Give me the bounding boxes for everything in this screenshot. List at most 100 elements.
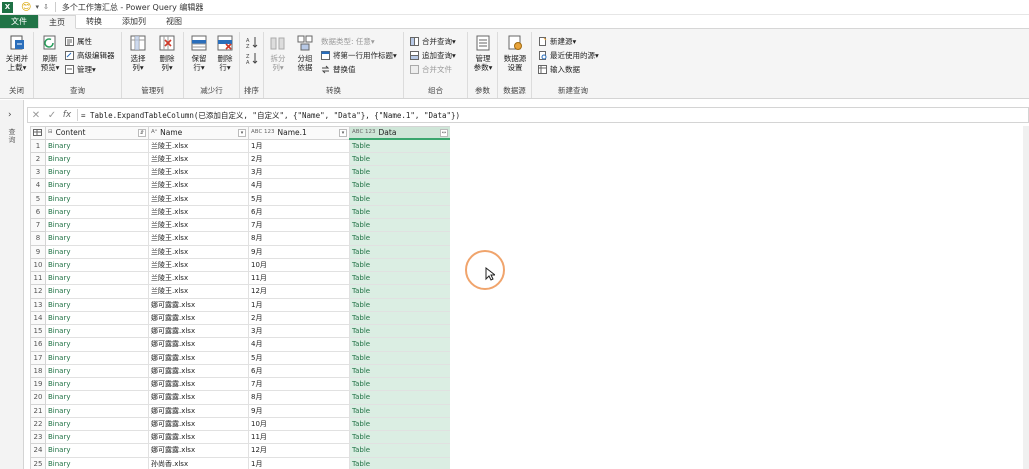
cell-data[interactable]: Table xyxy=(349,178,450,193)
quick-access-more-icon[interactable]: ⇩ xyxy=(43,3,49,11)
cell-data[interactable]: Table xyxy=(349,337,450,352)
use-first-row-headers-button[interactable]: 将第一行用作标题▾ xyxy=(321,50,397,61)
cell-content[interactable]: Binary xyxy=(45,390,149,405)
column-header-content[interactable]: ⊟ Content ⇵ xyxy=(45,126,149,140)
cell-content[interactable]: Binary xyxy=(45,151,149,167)
tab-add-column[interactable]: 添加列 xyxy=(112,15,156,28)
row-number[interactable]: 14 xyxy=(30,310,46,326)
cell-data[interactable]: Table xyxy=(349,376,450,392)
cell-name1[interactable]: 9月 xyxy=(248,244,350,259)
quick-access-dropdown-icon[interactable]: ▾ xyxy=(35,3,39,11)
cell-name[interactable]: 娜可露露.xlsx xyxy=(148,350,249,365)
row-number[interactable]: 1 xyxy=(30,138,46,153)
cell-content[interactable]: Binary xyxy=(45,244,149,259)
cell-data[interactable]: Table xyxy=(349,138,450,153)
cell-name1[interactable]: 2月 xyxy=(248,151,350,167)
cell-name[interactable]: 娜可露露.xlsx xyxy=(148,297,249,312)
select-all-corner[interactable] xyxy=(30,126,46,140)
cell-content[interactable]: Binary xyxy=(45,310,149,326)
cell-data[interactable]: Table xyxy=(349,443,450,458)
cell-name[interactable]: 兰陵王.xlsx xyxy=(148,217,249,233)
cell-name1[interactable]: 7月 xyxy=(248,376,350,392)
cell-data[interactable]: Table xyxy=(349,284,450,299)
cell-name[interactable]: 兰陵王.xlsx xyxy=(148,178,249,193)
cell-content[interactable]: Binary xyxy=(45,456,149,469)
row-number[interactable]: 20 xyxy=(30,390,46,405)
row-number[interactable]: 25 xyxy=(30,456,46,469)
cell-content[interactable]: Binary xyxy=(45,323,149,339)
cell-name1[interactable]: 6月 xyxy=(248,204,350,220)
row-number[interactable]: 15 xyxy=(30,323,46,339)
filter-dropdown-icon[interactable]: ▾ xyxy=(339,128,347,137)
row-number[interactable]: 2 xyxy=(30,151,46,167)
cell-name[interactable]: 兰陵王.xlsx xyxy=(148,257,249,273)
cell-data[interactable]: Table xyxy=(349,164,450,180)
cell-name1[interactable]: 12月 xyxy=(248,284,350,299)
cell-data[interactable]: Table xyxy=(349,363,450,379)
cell-name1[interactable]: 10月 xyxy=(248,257,350,273)
cell-data[interactable]: Table xyxy=(349,403,450,418)
cell-name[interactable]: 兰陵王.xlsx xyxy=(148,270,249,286)
row-number[interactable]: 18 xyxy=(30,363,46,379)
row-number[interactable]: 9 xyxy=(30,244,46,259)
cell-data[interactable]: Table xyxy=(349,231,450,246)
cell-name1[interactable]: 5月 xyxy=(248,191,350,206)
enter-data-button[interactable]: 输入数据 xyxy=(538,64,580,75)
cell-data[interactable]: Table xyxy=(349,456,450,469)
cancel-formula-icon[interactable]: ✕ xyxy=(28,110,44,121)
cell-name[interactable]: 娜可露露.xlsx xyxy=(148,323,249,339)
combine-files-button[interactable]: 合并文件 xyxy=(410,64,452,75)
cell-data[interactable]: Table xyxy=(349,257,450,273)
row-number[interactable]: 23 xyxy=(30,429,46,445)
cell-name1[interactable]: 11月 xyxy=(248,429,350,445)
cell-content[interactable]: Binary xyxy=(45,350,149,365)
cell-name1[interactable]: 1月 xyxy=(248,138,350,153)
cell-name1[interactable]: 1月 xyxy=(248,297,350,312)
tab-view[interactable]: 视图 xyxy=(156,15,192,28)
replace-values-button[interactable]: 替换值 xyxy=(321,64,356,75)
row-number[interactable]: 17 xyxy=(30,350,46,365)
binary-type-icon[interactable]: ⊟ xyxy=(48,130,53,136)
split-column-button[interactable]: 拆分 列▾ xyxy=(266,34,290,72)
row-number[interactable]: 5 xyxy=(30,191,46,206)
cell-name[interactable]: 娜可露露.xlsx xyxy=(148,390,249,405)
smiley-feedback-icon[interactable]: 😊 xyxy=(21,2,31,13)
fx-icon[interactable]: fx xyxy=(60,110,74,120)
sort-descending-icon[interactable]: ZA xyxy=(246,52,258,64)
cell-content[interactable]: Binary xyxy=(45,204,149,220)
tab-home[interactable]: 主页 xyxy=(38,15,76,29)
cell-name1[interactable]: 12月 xyxy=(248,443,350,458)
row-number[interactable]: 13 xyxy=(30,297,46,312)
row-number[interactable]: 8 xyxy=(30,231,46,246)
cell-data[interactable]: Table xyxy=(349,429,450,445)
row-number[interactable]: 19 xyxy=(30,376,46,392)
keep-rows-button[interactable]: 保留 行▾ xyxy=(186,34,212,72)
cell-data[interactable]: Table xyxy=(349,270,450,286)
cell-content[interactable]: Binary xyxy=(45,164,149,180)
row-number[interactable]: 22 xyxy=(30,416,46,432)
new-source-button[interactable]: 新建源▾ xyxy=(538,36,576,47)
cell-data[interactable]: Table xyxy=(349,310,450,326)
cell-name1[interactable]: 3月 xyxy=(248,164,350,180)
cell-name1[interactable]: 5月 xyxy=(248,350,350,365)
cell-content[interactable]: Binary xyxy=(45,297,149,312)
cell-content[interactable]: Binary xyxy=(45,217,149,233)
row-number[interactable]: 10 xyxy=(30,257,46,273)
row-number[interactable]: 16 xyxy=(30,337,46,352)
group-by-button[interactable]: 分组 依据 xyxy=(292,34,318,72)
row-number[interactable]: 3 xyxy=(30,164,46,180)
cell-name[interactable]: 娜可露露.xlsx xyxy=(148,363,249,379)
cell-name[interactable]: 娜可露露.xlsx xyxy=(148,403,249,418)
close-load-button[interactable]: 关闭并 上载▾ xyxy=(3,34,31,72)
remove-columns-button[interactable]: 删除 列▾ xyxy=(153,34,181,72)
cell-content[interactable]: Binary xyxy=(45,337,149,352)
cell-name1[interactable]: 11月 xyxy=(248,270,350,286)
cell-content[interactable]: Binary xyxy=(45,403,149,418)
cell-content[interactable]: Binary xyxy=(45,178,149,193)
any-type-icon[interactable]: ABC 123 xyxy=(251,130,275,136)
cell-content[interactable]: Binary xyxy=(45,443,149,458)
queries-pane-label[interactable]: 查询 xyxy=(7,128,17,144)
cell-content[interactable]: Binary xyxy=(45,138,149,153)
cell-name1[interactable]: 4月 xyxy=(248,178,350,193)
cell-name[interactable]: 娜可露露.xlsx xyxy=(148,337,249,352)
